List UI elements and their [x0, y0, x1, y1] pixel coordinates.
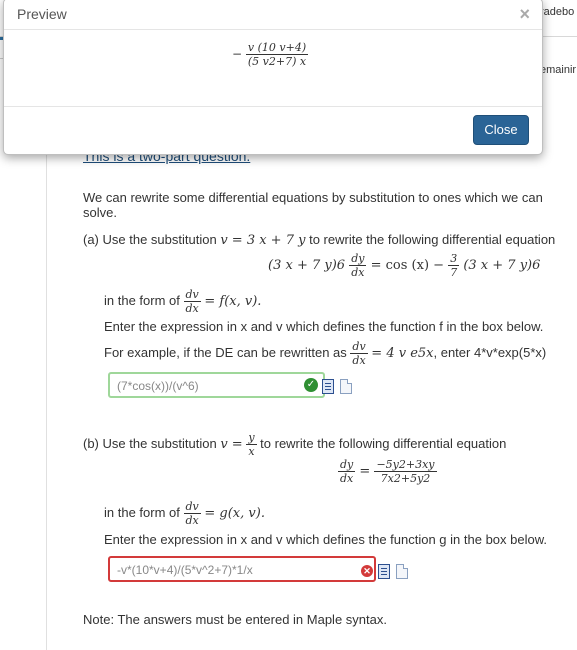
part-a-example-den: dx	[352, 354, 366, 367]
gradebook-link[interactable]: radebo	[540, 6, 574, 18]
modal-footer-divider	[4, 106, 542, 107]
part-b-form-den: dx	[185, 514, 199, 527]
part-b-equation: dy dx = −5y2+3xy 7x2+5y2	[338, 458, 437, 485]
close-icon[interactable]: ×	[519, 4, 530, 25]
part-a-equation: (3 x + 7 y)6 dy dx = cos (x) − 37 (3 x + …	[268, 252, 540, 279]
part-a-lead: (a) Use the substitution v = 3 x + 7 y t…	[83, 232, 555, 248]
part-b-sub-frac: yx	[246, 431, 257, 458]
part-b-answer-input[interactable]: -v*(10*v+4)/(5*v^2+7)*1/x	[108, 556, 376, 582]
part-a-eq-rhs: = cos (x) −	[370, 258, 445, 273]
modal-header-divider	[4, 29, 542, 30]
part-a-form: in the form of dv dx = f(x, v).	[104, 288, 261, 315]
part-a-eq-rhs-frac: 37	[448, 252, 460, 279]
maple-syntax-note: Note: The answers must be entered in Map…	[83, 612, 387, 627]
part-a-substitution: v = 3 x + 7 y	[220, 233, 306, 248]
remaining-label: emainir	[540, 64, 577, 76]
part-a-form-frac: dv dx	[183, 288, 201, 315]
part-b-sub-num: y	[246, 431, 257, 445]
part-a-lead-tail: to rewrite the following differential eq…	[309, 232, 556, 247]
part-b-eq-rhs-den: 7x2+5y2	[380, 472, 431, 485]
part-a-form-num: dv	[183, 288, 201, 302]
part-b-form-tail: = g(x, v).	[204, 505, 265, 521]
part-a-example-lead: For example, if the DE can be rewritten …	[104, 344, 347, 360]
content-left-rule	[46, 150, 47, 650]
part-b-eq-lhs: dy dx	[338, 458, 356, 485]
preview-minus: −	[232, 47, 243, 61]
part-a-preview-icon[interactable]	[322, 379, 334, 394]
part-a-eq-lhs: (3 x + 7 y)6	[268, 258, 346, 273]
correct-check-icon: ✓	[304, 378, 318, 392]
part-a-eq-dydx: dy dx	[349, 252, 367, 279]
part-b-eq-lhs-num: dy	[338, 458, 356, 472]
preview-denominator: (5 v2+7) x	[247, 55, 307, 68]
part-b-form-lead: in the form of	[104, 504, 180, 520]
part-a-example: For example, if the DE can be rewritten …	[104, 340, 546, 367]
part-a-example-num: dv	[350, 340, 368, 354]
preview-modal: Preview × − v (10 v+4) (5 v2+7) x Close	[3, 0, 543, 155]
part-a-eq-rhs-num: 3	[448, 252, 460, 266]
part-a-eq-rhs-den: 7	[450, 266, 458, 279]
part-b-lead: (b) Use the substitution v = yx to rewri…	[83, 431, 506, 458]
part-a-example-frac: dv dx	[350, 340, 368, 367]
part-a-lead-text: (a) Use the substitution	[83, 232, 217, 247]
modal-title: Preview	[17, 6, 67, 22]
part-b-form: in the form of dv dx = g(x, v).	[104, 500, 265, 527]
part-b-preview-icon[interactable]	[378, 564, 390, 579]
part-b-sub-den: x	[248, 445, 255, 458]
part-b-form-num: dv	[183, 500, 201, 514]
part-b-eq-rhs: −5y2+3xy 7x2+5y2	[374, 458, 437, 485]
preview-fraction: v (10 v+4) (5 v2+7) x	[245, 41, 309, 68]
part-a-eq-num: dy	[349, 252, 367, 266]
part-a-eq-den: dx	[351, 266, 365, 279]
part-a-form-tail: = f(x, v).	[204, 293, 262, 309]
part-b-lead-text: (b) Use the substitution	[83, 435, 217, 451]
part-a-form-den: dx	[185, 302, 199, 315]
part-b-form-frac: dv dx	[183, 500, 201, 527]
preview-expression: − v (10 v+4) (5 v2+7) x	[232, 41, 309, 68]
part-a-form-lead: in the form of	[104, 292, 180, 308]
part-b-lead-tail: to rewrite the following differential eq…	[260, 435, 507, 451]
part-a-answer-input[interactable]: (7*cos(x))/(v^6)	[108, 372, 325, 398]
part-a-example-mid: = 4 v e5x	[371, 345, 434, 361]
part-b-eq-equals: =	[359, 464, 371, 479]
close-button[interactable]: Close	[473, 115, 529, 145]
part-b-substitution: v =	[220, 436, 243, 452]
part-b-eq-lhs-den: dx	[340, 472, 354, 485]
part-b-help-doc-icon[interactable]	[396, 564, 408, 579]
part-a-help-doc-icon[interactable]	[340, 379, 352, 394]
part-a-eq-rhs-tail: (3 x + 7 y)6	[463, 258, 541, 273]
incorrect-x-icon: ✕	[361, 565, 373, 577]
preview-numerator: v (10 v+4)	[245, 41, 309, 55]
question-intro: We can rewrite some differential equatio…	[83, 190, 543, 220]
part-a-instruction: Enter the expression in x and v which de…	[104, 319, 544, 334]
part-b-instruction: Enter the expression in x and v which de…	[104, 532, 547, 547]
part-a-example-tail: , enter 4*v*exp(5*x)	[433, 344, 547, 360]
part-b-eq-rhs-num: −5y2+3xy	[374, 458, 437, 472]
